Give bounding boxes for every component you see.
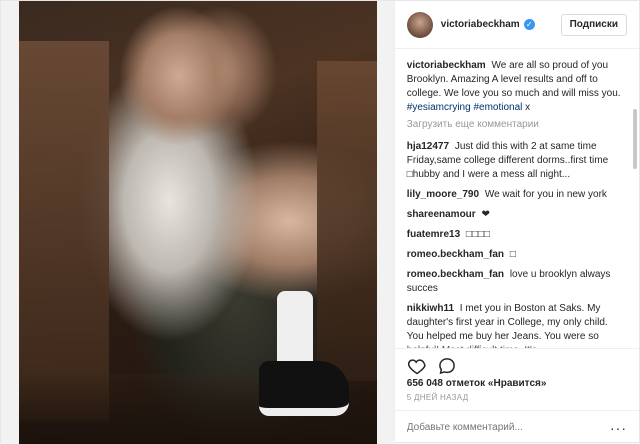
more-options-icon[interactable]: ···	[610, 420, 627, 436]
hashtag-link[interactable]: #emotional	[473, 102, 522, 113]
add-comment-bar: ···	[394, 410, 639, 444]
add-comment-input[interactable]	[406, 422, 610, 433]
comment-item: lily_moore_790 We wait for you in new yo…	[407, 188, 627, 202]
comment-username[interactable]: romeo.beckham_fan	[407, 269, 504, 280]
caption: victoriabeckham We are all so proud of y…	[407, 59, 627, 115]
heart-icon[interactable]	[407, 356, 427, 376]
load-more-comments-link[interactable]: Загрузить еще комментарии	[407, 119, 627, 130]
caption-username[interactable]: victoriabeckham	[407, 60, 486, 71]
photo-image	[19, 1, 377, 444]
verified-badge-icon: ✓	[523, 19, 535, 30]
photo-sneaker	[259, 361, 349, 416]
comment-item: shareenamour ❤	[407, 208, 627, 222]
comment-item: hja12477 Just did this with 2 at same ti…	[407, 140, 627, 182]
comments-scrollbar[interactable]	[633, 109, 637, 169]
avatar[interactable]	[406, 11, 433, 38]
actions-bar	[394, 348, 639, 376]
comments-list: victoriabeckham We are all so proud of y…	[395, 49, 639, 348]
post-timestamp[interactable]: 5 ДНЕЙ НАЗАД	[395, 391, 639, 410]
comment-text: □	[509, 249, 516, 260]
comment-item: nikkiwh11 I met you in Boston at Saks. M…	[406, 302, 627, 348]
follow-button[interactable]: Подписки	[560, 13, 627, 36]
hashtag-link[interactable]: #yesiamcrying	[407, 102, 471, 113]
comment-text: □□□□	[465, 229, 491, 240]
post-header: victoriabeckham ✓ Подписки	[394, 1, 639, 49]
comment-text: ❤	[481, 209, 490, 220]
photo-chair-left	[19, 41, 109, 421]
comment-username[interactable]: romeo.beckham_fan	[407, 249, 504, 260]
comment-text: We wait for you in new york	[484, 189, 607, 200]
photo-chair-right	[317, 61, 377, 381]
header-username[interactable]: victoriabeckham	[441, 19, 520, 30]
comment-username[interactable]: lily_moore_790	[407, 189, 479, 200]
post-photo[interactable]	[1, 1, 394, 444]
comment-item: fuatemre13 □□□□	[407, 228, 627, 242]
comment-item: romeo.beckham_fan love u brooklyn always…	[407, 268, 627, 296]
likes-count[interactable]: 656 048 отметок «Нравится»	[395, 376, 639, 391]
comment-username[interactable]: fuatemre13	[407, 229, 460, 240]
post-card: victoriabeckham ✓ Подписки victoriabeckh…	[0, 0, 640, 444]
post-sidebar: victoriabeckham ✓ Подписки victoriabeckh…	[393, 1, 639, 444]
comment-username[interactable]: nikkiwh11	[407, 303, 454, 314]
comment-username[interactable]: shareenamour	[407, 209, 476, 220]
photo-sock	[277, 291, 313, 371]
comment-icon[interactable]	[437, 356, 457, 376]
comment-item: romeo.beckham_fan □	[407, 248, 627, 262]
caption-tail: x	[525, 102, 531, 113]
comment-username[interactable]: hja12477	[407, 141, 449, 152]
